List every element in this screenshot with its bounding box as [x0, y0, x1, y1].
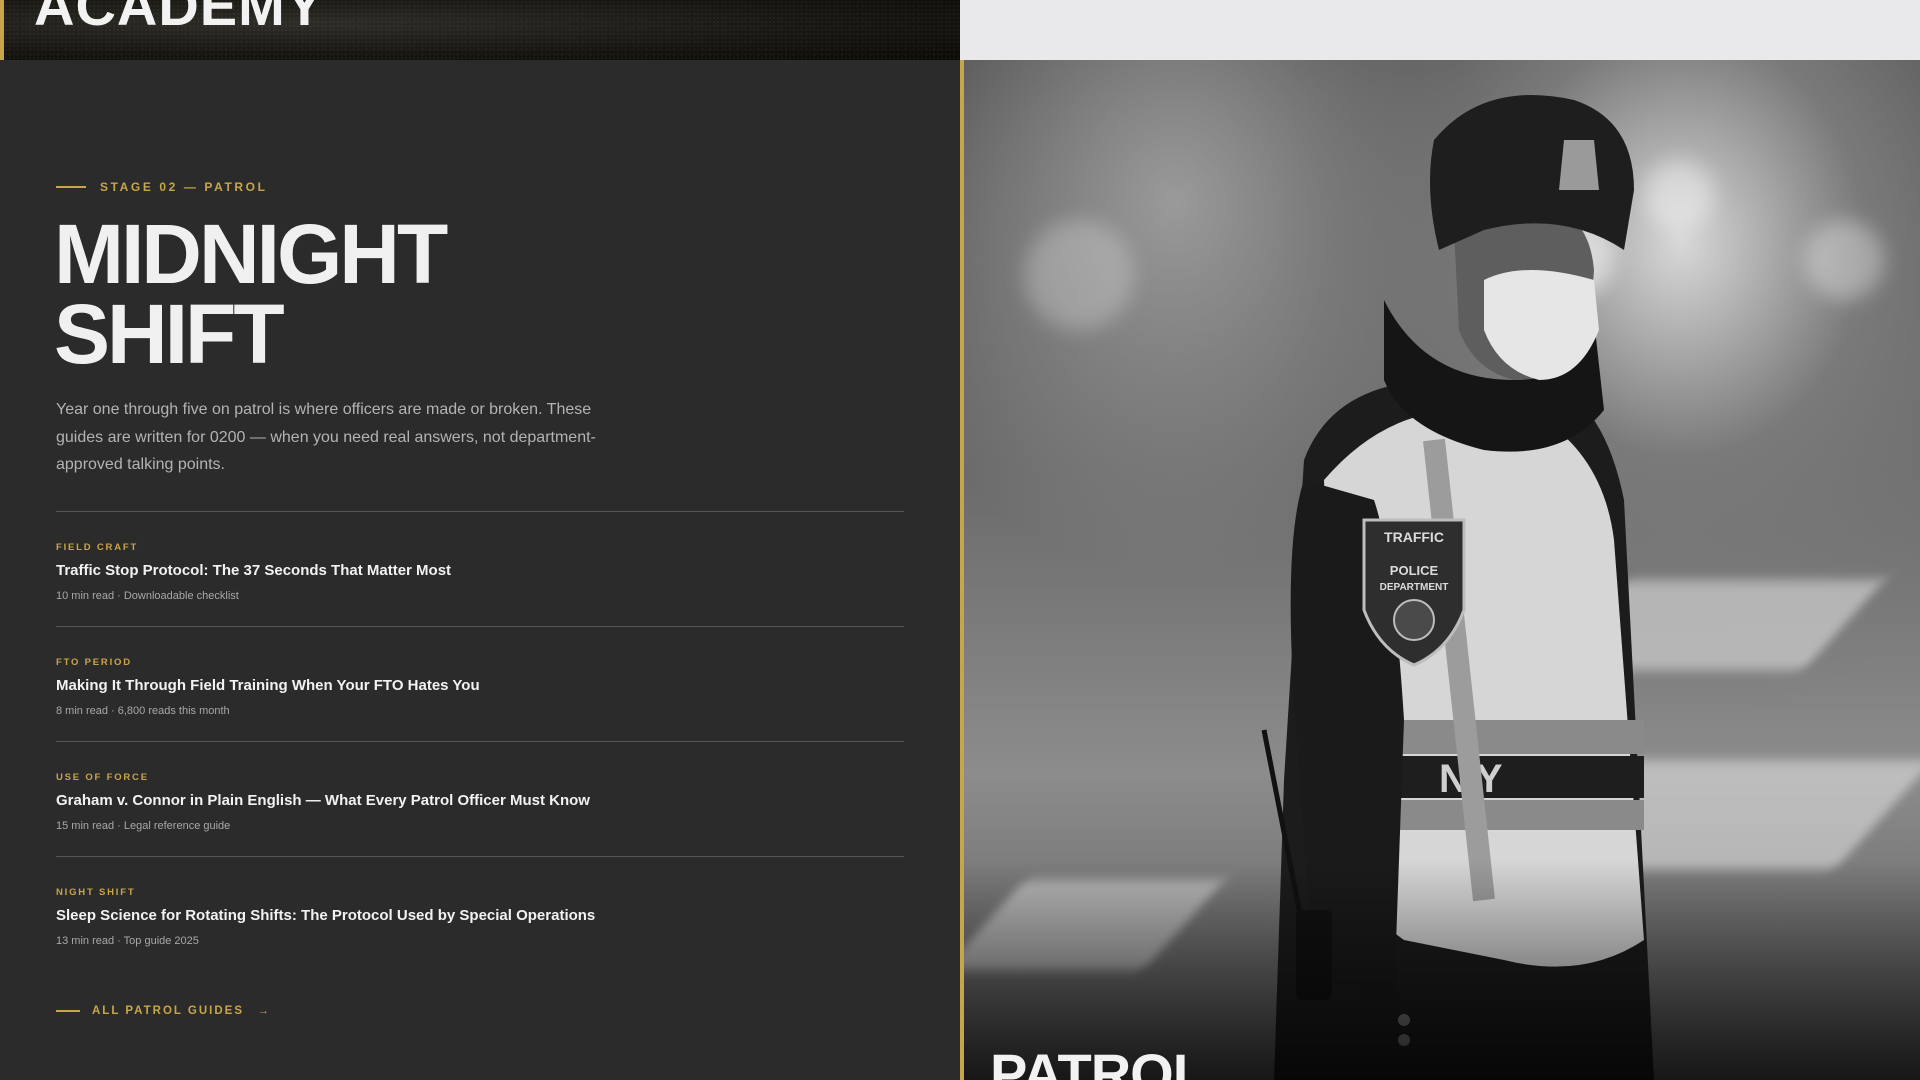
patch-line1-text: POLICE: [1390, 563, 1439, 578]
section-eyebrow: STAGE 02 — PATROL: [56, 180, 268, 194]
guide-item[interactable]: FIELD CRAFT Traffic Stop Protocol: The 3…: [56, 511, 904, 626]
guide-item[interactable]: NIGHT SHIFT Sleep Science for Rotating S…: [56, 856, 904, 971]
section-title-line2: SHIFT: [54, 287, 285, 381]
guide-meta: 15 min read · Legal reference guide: [56, 820, 231, 832]
guide-item[interactable]: FTO PERIOD Making It Through Field Train…: [56, 626, 904, 741]
guide-item[interactable]: USE OF FORCE Graham v. Connor in Plain E…: [56, 741, 904, 856]
hero-banner: ACADEMY: [0, 0, 960, 60]
banner-title: ACADEMY: [34, 0, 325, 37]
guide-category: FIELD CRAFT: [56, 542, 139, 553]
guide-meta: 13 min read · Top guide 2025: [56, 935, 199, 947]
guide-category: FTO PERIOD: [56, 657, 132, 668]
eyebrow-rule: [56, 186, 86, 188]
section-title: MIDNIGHT SHIFT: [54, 207, 448, 381]
all-patrol-guides-link[interactable]: ALL PATROL GUIDES →: [56, 1005, 269, 1017]
guide-title-link[interactable]: Traffic Stop Protocol: The 37 Seconds Th…: [56, 562, 451, 579]
eyebrow-label: STAGE 02 — PATROL: [100, 180, 268, 194]
bokeh-light: [1804, 220, 1884, 300]
guide-category: USE OF FORCE: [56, 772, 149, 783]
guide-meta: 10 min read · Downloadable checklist: [56, 590, 239, 602]
photo-caption: PATROL: [990, 1042, 1207, 1080]
section-intro: Year one through five on patrol is where…: [56, 401, 596, 473]
arrow-right-icon: →: [258, 1005, 269, 1017]
officer-photo: NY TRAFFIC POLICE DEPARTMENT PATROL: [960, 60, 1920, 1080]
patch-top-text: TRAFFIC: [1384, 529, 1444, 545]
top-right-bar: [960, 0, 1920, 60]
patch-line2-text: DEPARTMENT: [1380, 582, 1449, 593]
guide-category: NIGHT SHIFT: [56, 887, 136, 898]
guide-meta: 8 min read · 6,800 reads this month: [56, 705, 230, 717]
guide-title-link[interactable]: Sleep Science for Rotating Shifts: The P…: [56, 907, 595, 924]
guide-list: FIELD CRAFT Traffic Stop Protocol: The 3…: [56, 511, 904, 971]
section-title-line1: MIDNIGHT: [54, 207, 448, 301]
bokeh-light: [1024, 220, 1134, 330]
guide-title-link[interactable]: Making It Through Field Training When Yo…: [56, 677, 480, 694]
cta-rule: [56, 1010, 80, 1012]
cta-label: ALL PATROL GUIDES: [92, 1005, 244, 1017]
guide-title-link[interactable]: Graham v. Connor in Plain English — What…: [56, 792, 590, 809]
